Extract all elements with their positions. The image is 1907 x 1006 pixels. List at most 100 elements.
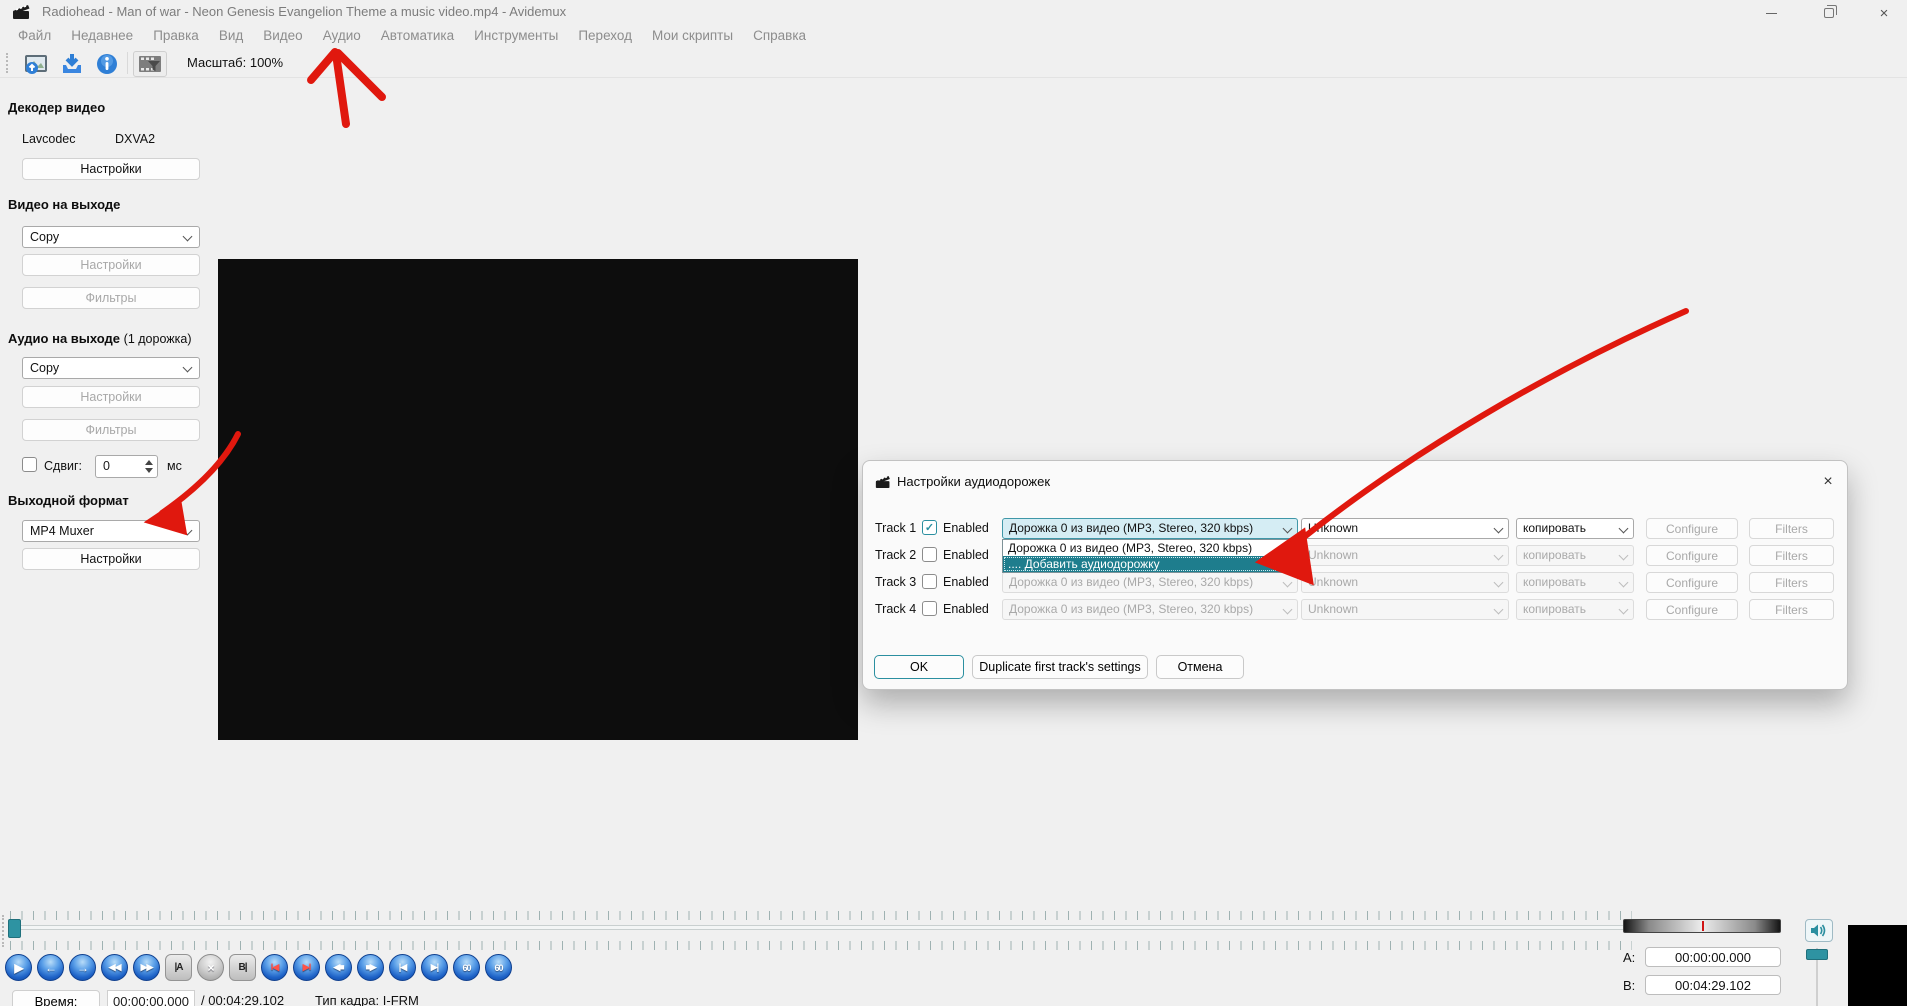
forward-60s-button[interactable]: 60 bbox=[485, 954, 512, 981]
muxer-value: MP4 Muxer bbox=[30, 524, 94, 538]
spin-up-icon[interactable] bbox=[145, 460, 153, 465]
time-display-button[interactable]: Время: bbox=[12, 990, 100, 1006]
mute-button[interactable] bbox=[1805, 919, 1833, 942]
close-button[interactable]: × bbox=[1861, 0, 1907, 26]
decoder-engine-label[interactable]: Lavcodec bbox=[22, 132, 76, 146]
audio-filters-button: Фильтры bbox=[22, 419, 200, 441]
next-frame-button[interactable]: → bbox=[69, 954, 96, 981]
marker-a-time-field[interactable]: 00:00:00.000 bbox=[1645, 947, 1781, 967]
timeline-ruler-bottom bbox=[10, 941, 1632, 950]
marker-b-field-label: B: bbox=[1623, 978, 1636, 993]
track2-mode-select: копировать bbox=[1516, 545, 1634, 566]
track1-enabled-checkbox[interactable]: ✓ bbox=[922, 520, 937, 535]
track2-codec-value: Unknown bbox=[1308, 548, 1359, 562]
marker-b-time-field[interactable]: 00:04:29.102 bbox=[1645, 975, 1781, 995]
track4-enabled-label: Enabled bbox=[943, 602, 989, 616]
duplicate-settings-button[interactable]: Duplicate first track's settings bbox=[972, 655, 1148, 679]
previous-frame-button[interactable]: ← bbox=[37, 954, 64, 981]
track2-filters-button: Filters bbox=[1749, 545, 1834, 566]
set-marker-b-button[interactable]: B| bbox=[229, 954, 256, 981]
ok-button[interactable]: OK bbox=[874, 655, 964, 679]
audio-output-header: Аудио на выходе (1 дорожка) bbox=[8, 331, 192, 346]
menu-video[interactable]: Видео bbox=[253, 24, 312, 48]
volume-slider-handle[interactable] bbox=[1806, 949, 1828, 960]
timeline-slider[interactable] bbox=[8, 925, 1634, 930]
video-codec-value: Copy bbox=[30, 230, 60, 244]
restore-button[interactable] bbox=[1806, 0, 1852, 26]
menu-audio[interactable]: Аудио bbox=[313, 24, 371, 48]
audio-codec-value: Copy bbox=[30, 361, 60, 375]
selection-end-icon: ▶I bbox=[302, 962, 311, 972]
chevron-down-icon bbox=[1618, 550, 1629, 561]
track1-mode-select[interactable]: копировать bbox=[1516, 518, 1634, 539]
track3-source-select: Дорожка 0 из видео (MP3, Stereo, 320 kbp… bbox=[1002, 572, 1298, 593]
reset-selection-button[interactable]: × bbox=[197, 954, 224, 981]
track1-codec-select[interactable]: Unknown bbox=[1301, 518, 1509, 539]
track1-enabled-label: Enabled bbox=[943, 521, 989, 535]
cancel-button[interactable]: Отмена bbox=[1156, 655, 1244, 679]
track1-source-select[interactable]: Дорожка 0 из видео (MP3, Stereo, 320 kbp… bbox=[1002, 518, 1298, 539]
close-icon: × bbox=[1879, 4, 1889, 22]
menu-custom-scripts[interactable]: Мои скрипты bbox=[642, 24, 743, 48]
dropdown-option-track0[interactable]: Дорожка 0 из видео (MP3, Stereo, 320 kbp… bbox=[1003, 540, 1297, 556]
audio-settings-button: Настройки bbox=[22, 386, 200, 408]
audio-codec-select[interactable]: Copy bbox=[22, 357, 200, 379]
set-marker-a-button[interactable]: |A bbox=[165, 954, 192, 981]
track3-filters-button: Filters bbox=[1749, 572, 1834, 593]
chevron-down-icon bbox=[182, 525, 193, 536]
menu-bar: Файл Недавнее Правка Вид Видео Аудио Авт… bbox=[0, 24, 1907, 48]
audio-tracks-dialog: Настройки аудиодорожек × Track 1 ✓ Enabl… bbox=[862, 460, 1848, 690]
window-title: Radiohead - Man of war - Neon Genesis Ev… bbox=[42, 4, 567, 19]
track1-label: Track 1 bbox=[875, 521, 917, 535]
next-keyframe-button[interactable]: ▶▶ bbox=[133, 954, 160, 981]
menu-recent[interactable]: Недавнее bbox=[61, 24, 143, 48]
track4-label: Track 4 bbox=[875, 602, 917, 616]
save-button[interactable] bbox=[58, 52, 86, 76]
minimize-button[interactable] bbox=[1748, 0, 1794, 26]
menu-view[interactable]: Вид bbox=[209, 24, 253, 48]
track1-mode-value: копировать bbox=[1523, 521, 1587, 535]
dropdown-option-add-audio-track[interactable]: .... Добавить аудиодорожку bbox=[1003, 556, 1297, 572]
jog-wheel[interactable] bbox=[1623, 919, 1781, 933]
muxer-select[interactable]: MP4 Muxer bbox=[22, 520, 200, 542]
next-black-frame-button[interactable]: ■▶ bbox=[357, 954, 384, 981]
go-to-marker-a-button[interactable]: I◀ bbox=[261, 954, 288, 981]
open-file-button[interactable] bbox=[22, 52, 50, 76]
previous-keyframe-button[interactable]: ◀◀ bbox=[101, 954, 128, 981]
shift-spinbox[interactable]: 0 bbox=[95, 455, 158, 478]
track-row: Track 1 ✓ Enabled Дорожка 0 из видео (MP… bbox=[863, 518, 1849, 539]
timeline-slider-handle[interactable] bbox=[8, 919, 21, 938]
current-time-field[interactable]: 00:00:00.000 bbox=[107, 990, 195, 1006]
audio-track-count: (1 дорожка) bbox=[123, 332, 192, 346]
last-frame-button[interactable]: ▶| bbox=[421, 954, 448, 981]
dialog-close-button[interactable]: × bbox=[1815, 471, 1841, 493]
menu-tools[interactable]: Инструменты bbox=[464, 24, 568, 48]
menu-go[interactable]: Переход bbox=[568, 24, 642, 48]
play-button[interactable]: ▶ bbox=[5, 954, 32, 981]
shift-checkbox[interactable] bbox=[22, 457, 37, 472]
back-60s-button[interactable]: 60 bbox=[453, 954, 480, 981]
track3-enabled-checkbox[interactable] bbox=[922, 574, 937, 589]
menu-edit[interactable]: Правка bbox=[143, 24, 209, 48]
video-codec-select[interactable]: Copy bbox=[22, 226, 200, 248]
chevron-down-icon bbox=[1493, 577, 1504, 588]
muxer-settings-button[interactable]: Настройки bbox=[22, 548, 200, 570]
track4-configure-button: Configure bbox=[1646, 599, 1738, 620]
video-filters-button: Фильтры bbox=[22, 287, 200, 309]
chevron-down-icon bbox=[1618, 523, 1629, 534]
track2-enabled-checkbox[interactable] bbox=[922, 547, 937, 562]
decoder-accel-label[interactable]: DXVA2 bbox=[115, 132, 155, 146]
filters-button[interactable] bbox=[133, 51, 167, 77]
previous-black-frame-button[interactable]: ◀■ bbox=[325, 954, 352, 981]
frame-type-value: I-FRM bbox=[382, 993, 419, 1006]
decoder-settings-button[interactable]: Настройки bbox=[22, 158, 200, 180]
marker-b-icon: B| bbox=[238, 962, 247, 973]
menu-auto[interactable]: Автоматика bbox=[371, 24, 464, 48]
track4-enabled-checkbox[interactable] bbox=[922, 601, 937, 616]
info-button[interactable] bbox=[93, 52, 121, 76]
spin-down-icon[interactable] bbox=[145, 468, 153, 473]
menu-file[interactable]: Файл bbox=[8, 24, 61, 48]
menu-help[interactable]: Справка bbox=[743, 24, 816, 48]
go-to-marker-b-button[interactable]: ▶I bbox=[293, 954, 320, 981]
first-frame-button[interactable]: |◀ bbox=[389, 954, 416, 981]
